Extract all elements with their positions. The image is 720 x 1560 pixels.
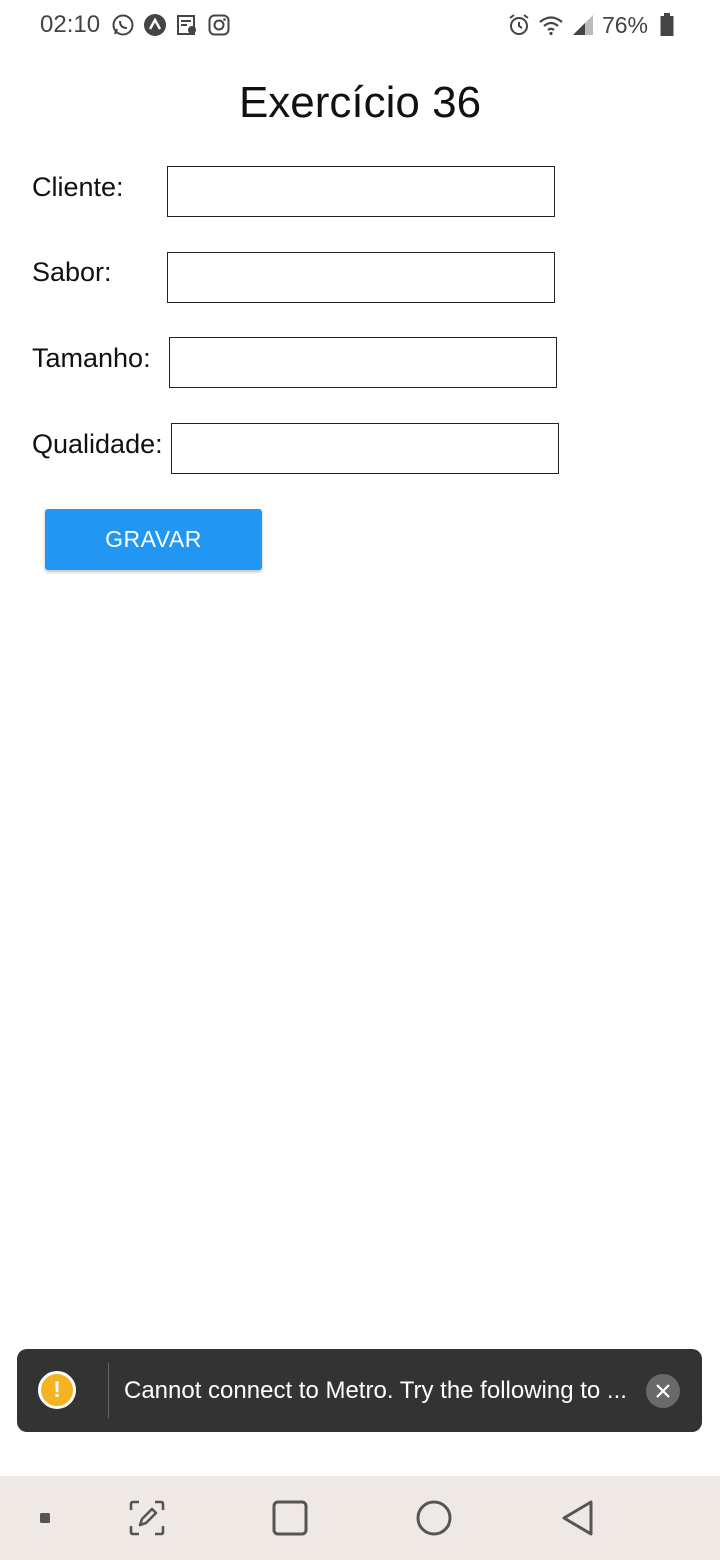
page-title: Exercício 36 xyxy=(238,78,482,127)
status-bar-right: 76% xyxy=(506,12,680,39)
instagram-icon xyxy=(206,12,232,38)
battery-percentage: 76% xyxy=(601,11,648,38)
toast-divider xyxy=(108,1363,109,1418)
cliente-input[interactable] xyxy=(167,166,555,217)
app-screen: 02:10 76% Exercício 36 Cliente: Sabor: T… xyxy=(0,0,720,1560)
qualidade-label: Qualidade: xyxy=(32,428,163,459)
wifi-icon xyxy=(538,12,564,38)
toast-message: Cannot connect to Metro. Try the followi… xyxy=(124,1377,627,1404)
qualidade-row: Qualidade: xyxy=(32,424,163,464)
signal-icon xyxy=(570,12,596,38)
tamanho-row: Tamanho: xyxy=(32,338,151,378)
status-bar: 02:10 76% xyxy=(0,0,720,50)
close-icon[interactable] xyxy=(646,1374,680,1408)
gravar-button[interactable]: GRAVAR xyxy=(45,509,262,570)
warning-icon: ! xyxy=(38,1371,76,1409)
expo-icon xyxy=(142,12,168,38)
metro-error-toast[interactable]: ! Cannot connect to Metro. Try the follo… xyxy=(17,1349,702,1432)
navigation-bar xyxy=(0,1476,720,1560)
sabor-row: Sabor: xyxy=(32,252,112,292)
status-time: 02:10 xyxy=(40,11,101,38)
qualidade-input[interactable] xyxy=(171,423,559,474)
screenshot-edit-icon[interactable] xyxy=(120,1476,174,1560)
receipt-icon xyxy=(174,12,200,38)
sabor-input[interactable] xyxy=(167,252,555,303)
tamanho-label: Tamanho: xyxy=(32,342,151,373)
home-circle-icon[interactable] xyxy=(409,1476,459,1560)
cliente-label: Cliente: xyxy=(32,171,124,202)
cliente-row: Cliente: xyxy=(32,167,124,207)
status-bar-left: 02:10 xyxy=(40,11,232,39)
back-triangle-icon[interactable] xyxy=(553,1476,603,1560)
recent-apps-indicator[interactable] xyxy=(30,1476,60,1560)
alarm-icon xyxy=(506,12,532,38)
battery-icon xyxy=(654,12,680,38)
recents-square-icon[interactable] xyxy=(265,1476,315,1560)
whatsapp-icon xyxy=(110,12,136,38)
sabor-label: Sabor: xyxy=(32,256,112,287)
tamanho-input[interactable] xyxy=(169,337,557,388)
